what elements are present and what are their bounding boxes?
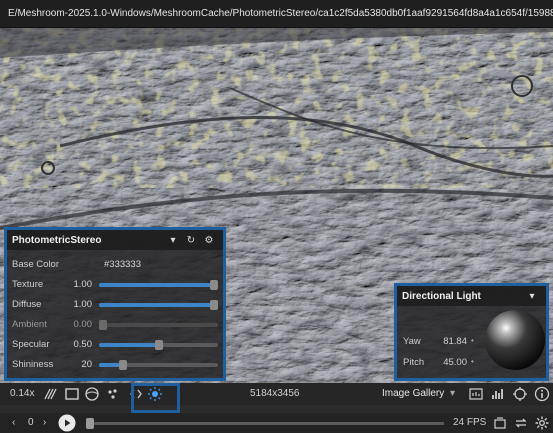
image-gallery-select[interactable]: Image Gallery (382, 383, 444, 405)
texture-value: 1.00 (73, 279, 93, 290)
shininess-row[interactable]: Shininess 20 (10, 356, 223, 374)
gps-icon[interactable] (512, 386, 528, 402)
frame-number[interactable]: 0 (28, 413, 34, 433)
image-path-text: E/Meshroom-2025.1.0-Windows/MeshroomCach… (8, 8, 553, 19)
gear-icon[interactable] (534, 415, 550, 431)
timeline-slider-handle[interactable] (86, 418, 94, 429)
meshroom-viewer: E/Meshroom-2025.1.0-Windows/MeshroomCach… (0, 0, 553, 433)
previous-frame-icon[interactable]: ‹ (12, 413, 15, 433)
active-tool-highlight (131, 383, 180, 413)
diffuse-value: 1.00 (73, 299, 93, 310)
diffuse-slider-fill (99, 303, 218, 307)
yaw-row[interactable]: Yaw 81.84 • (403, 336, 474, 347)
diffuse-row[interactable]: Diffuse 1.00 (10, 296, 223, 314)
image-resolution: 5184x3456 (250, 388, 300, 399)
yaw-label: Yaw (403, 336, 421, 347)
light-panel-header: Directional Light ▾ (397, 286, 546, 306)
base-color-row[interactable]: Base Color #333333 (10, 256, 223, 274)
sequence-timeline: ‹ 0 › 24 FPS (0, 413, 553, 433)
yaw-value[interactable]: 81.84 (429, 336, 467, 347)
ambient-row[interactable]: Ambient 0.00 (10, 316, 223, 334)
loop-icon[interactable] (513, 415, 529, 431)
shininess-slider[interactable] (99, 360, 218, 370)
hatch-icon[interactable] (42, 386, 58, 402)
shininess-value: 20 (81, 359, 92, 370)
directional-light-panel: Directional Light ▾ Yaw 81.84 • Pitch 45… (394, 283, 549, 381)
zoom-level[interactable]: 0.14x (10, 383, 34, 405)
specular-slider-fill (99, 343, 159, 347)
texture-row[interactable]: Texture 1.00 (10, 276, 223, 294)
photometric-panel-title: PhotometricStereo (12, 234, 102, 246)
base-color-label: Base Color (12, 259, 59, 270)
shininess-label: Shininess (12, 359, 54, 370)
specular-label: Specular (12, 339, 50, 350)
diffuse-slider[interactable] (99, 300, 218, 310)
shininess-slider-fill (99, 363, 121, 367)
dropdown-arrow-icon[interactable]: ▾ (523, 291, 541, 302)
gallery-dropdown-arrow-icon[interactable]: ▾ (450, 383, 455, 405)
shininess-slider-handle[interactable] (118, 360, 127, 370)
next-frame-icon[interactable]: › (43, 413, 46, 433)
specular-row[interactable]: Specular 0.50 (10, 336, 223, 354)
base-color-value[interactable]: #333333 (104, 256, 141, 274)
ambient-slider-handle[interactable] (99, 320, 107, 330)
cache-icon[interactable] (492, 415, 508, 431)
timeline-slider[interactable] (88, 422, 444, 425)
texture-slider-handle[interactable] (210, 280, 218, 290)
specular-value: 0.50 (73, 339, 93, 350)
play-button[interactable] (58, 414, 76, 432)
image-path-bar: E/Meshroom-2025.1.0-Windows/MeshroomCach… (0, 0, 553, 28)
frame-icon[interactable] (64, 386, 80, 402)
pitch-value[interactable]: 45.00 (429, 357, 467, 368)
distortion-icon[interactable] (84, 386, 100, 402)
metadata-icon[interactable] (468, 386, 484, 402)
ambient-value: 0.00 (73, 319, 93, 330)
viewer-toolbar: 0.14x 5184x3456 Image Gallery ▾ (0, 383, 553, 405)
pitch-spin-icon[interactable]: • (471, 357, 474, 366)
specular-slider[interactable] (99, 340, 218, 350)
texture-label: Texture (12, 279, 44, 290)
photometric-panel-header: PhotometricStereo ▾ ↻ ⚙ (7, 230, 223, 250)
texture-slider-fill (99, 283, 218, 287)
pitch-row[interactable]: Pitch 45.00 • (403, 357, 474, 368)
light-panel-title: Directional Light (402, 290, 481, 302)
ambient-label: Ambient (12, 319, 47, 330)
info-icon[interactable] (534, 386, 550, 402)
fps-label[interactable]: 24 FPS (453, 413, 486, 433)
specular-slider-handle[interactable] (154, 340, 163, 350)
dropdown-arrow-icon[interactable]: ▾ (164, 235, 182, 246)
light-direction-sphere[interactable] (483, 308, 547, 372)
yaw-spin-icon[interactable]: • (471, 336, 474, 345)
reset-icon[interactable]: ↻ (182, 235, 200, 246)
ambient-slider[interactable] (99, 320, 218, 330)
diffuse-slider-handle[interactable] (210, 300, 218, 310)
features-icon[interactable] (105, 386, 121, 402)
gear-icon[interactable]: ⚙ (200, 235, 218, 246)
pitch-label: Pitch (403, 357, 425, 368)
histogram-icon[interactable] (490, 386, 506, 402)
diffuse-label: Diffuse (12, 299, 42, 310)
texture-slider[interactable] (99, 280, 218, 290)
photometric-stereo-panel: PhotometricStereo ▾ ↻ ⚙ Base Color #3333… (4, 227, 226, 381)
